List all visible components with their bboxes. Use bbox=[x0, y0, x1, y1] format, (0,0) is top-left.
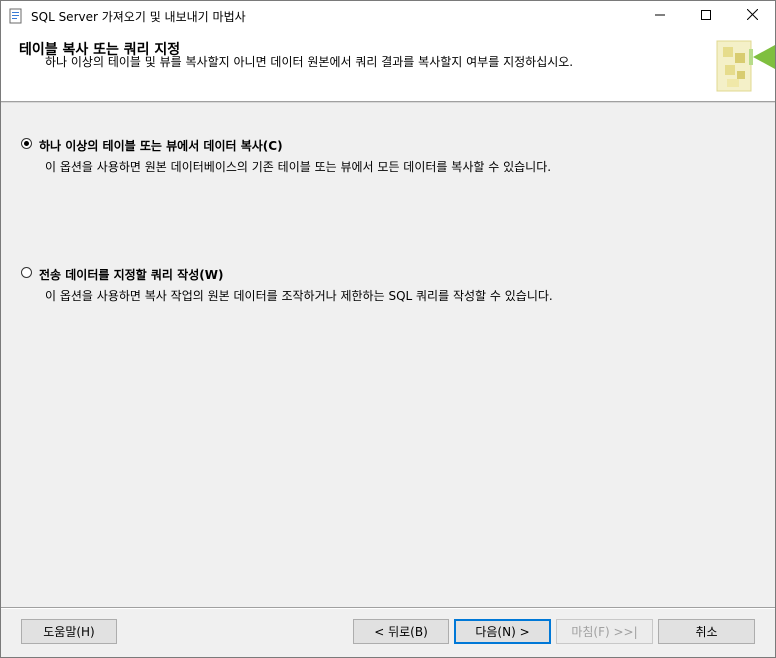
option-write-query-description: 이 옵션을 사용하면 복사 작업의 원본 데이터를 조작하거나 제한하는 SQL… bbox=[45, 289, 553, 303]
option-write-query-label[interactable]: 전송 데이터를 지정할 쿼리 작성(W) bbox=[39, 266, 223, 283]
next-button-label: 다음(N) > bbox=[475, 625, 530, 639]
minimize-button[interactable] bbox=[637, 1, 683, 31]
finish-button[interactable]: 마침(F) >>| bbox=[556, 619, 653, 644]
option-copy-tables-label[interactable]: 하나 이상의 테이블 또는 뷰에서 데이터 복사(C) bbox=[39, 137, 283, 154]
option-copy-tables-description: 이 옵션을 사용하면 원본 데이터베이스의 기존 테이블 또는 뷰에서 모든 데… bbox=[45, 160, 552, 174]
maximize-icon bbox=[701, 9, 711, 23]
radio-copy-tables[interactable] bbox=[21, 138, 32, 149]
wizard-body: 하나 이상의 테이블 또는 뷰에서 데이터 복사(C) 이 옵션을 사용하면 원… bbox=[1, 103, 775, 608]
wizard-header: 테이블 복사 또는 쿼리 지정 하나 이상의 테이블 및 뷰를 복사할지 아니면… bbox=[1, 31, 775, 102]
back-button[interactable]: < 뒤로(B) bbox=[353, 619, 449, 644]
app-icon bbox=[9, 8, 23, 24]
title-bar[interactable]: SQL Server 가져오기 및 내보내기 마법사 bbox=[1, 1, 775, 31]
wizard-graphic-icon bbox=[713, 39, 775, 97]
maximize-button[interactable] bbox=[683, 1, 729, 31]
radio-write-query[interactable] bbox=[21, 267, 32, 278]
next-button[interactable]: 다음(N) > bbox=[454, 619, 551, 644]
page-description: 하나 이상의 테이블 및 뷰를 복사할지 아니면 데이터 원본에서 쿼리 결과를… bbox=[45, 55, 574, 69]
window-title: SQL Server 가져오기 및 내보내기 마법사 bbox=[31, 10, 246, 24]
footer-divider-highlight bbox=[1, 608, 775, 609]
close-button[interactable] bbox=[729, 1, 775, 31]
wizard-window: SQL Server 가져오기 및 내보내기 마법사 테이블 복사 또는 쿼리 … bbox=[0, 0, 776, 658]
cancel-button[interactable]: 취소 bbox=[658, 619, 755, 644]
close-icon bbox=[746, 8, 758, 23]
help-button[interactable]: 도움말(H) bbox=[21, 619, 117, 644]
minimize-icon bbox=[655, 9, 665, 23]
